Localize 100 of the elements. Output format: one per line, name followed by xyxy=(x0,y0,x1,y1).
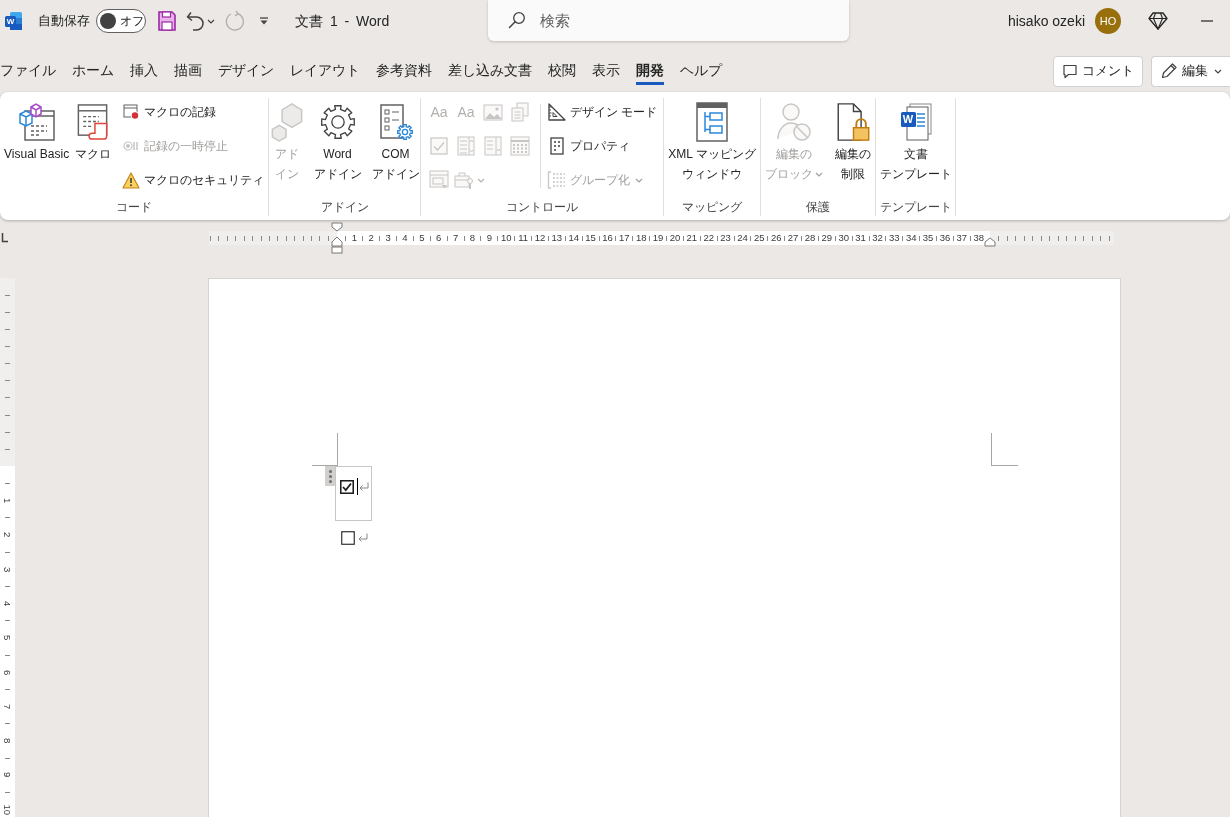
search-icon xyxy=(508,11,526,29)
ruler-number: 5 xyxy=(2,635,13,641)
record-macro-button[interactable]: マクロの記録 xyxy=(119,98,267,126)
paragraph-mark-icon xyxy=(359,481,369,492)
checkbox-icon xyxy=(430,137,448,155)
ribbon-tab[interactable]: 表示 xyxy=(592,57,620,85)
ruler-number: 32 xyxy=(872,233,883,243)
autosave-label: 自動保存 xyxy=(38,12,90,31)
ruler-number: 24 xyxy=(737,233,748,243)
com-add-ins-button[interactable]: COM アドイン xyxy=(369,98,422,198)
ruler-number: 12 xyxy=(534,233,546,243)
ruler-number: 38 xyxy=(973,233,985,243)
ribbon-tab[interactable]: ヘルプ xyxy=(680,57,722,85)
ruler-number: 29 xyxy=(821,233,833,243)
group-label: マッピング xyxy=(681,200,743,215)
ruler-number: 22 xyxy=(703,233,715,243)
list-box-icon xyxy=(457,136,475,156)
ruler-number: 4 xyxy=(2,601,13,607)
document-template-button[interactable]: W 文書 テンプレート xyxy=(877,98,954,198)
edit-button[interactable]: 編集 xyxy=(1151,55,1230,87)
ruler-number: 35 xyxy=(922,233,934,243)
diamond-button[interactable] xyxy=(1148,12,1168,30)
ribbon-tab[interactable]: デザイン xyxy=(218,57,274,85)
toolbox-icon xyxy=(454,170,474,190)
calendar-icon xyxy=(510,136,530,156)
window-record-icon xyxy=(122,104,140,120)
ruler-number: 25 xyxy=(754,233,765,243)
ruler-number: 3 xyxy=(2,566,13,572)
autosave-toggle[interactable]: オフ xyxy=(96,9,146,33)
hexagons-icon xyxy=(269,102,304,142)
ruler-number: 10 xyxy=(500,233,512,243)
ruler-number: 2 xyxy=(2,532,13,538)
properties-button[interactable]: プロパティ xyxy=(545,132,660,160)
dropdown-list-icon xyxy=(484,136,502,156)
diamond-icon xyxy=(1148,12,1168,30)
group-label: 保護 xyxy=(805,200,831,215)
list-with-gear-icon xyxy=(378,103,413,141)
ruler-number: 14 xyxy=(568,233,580,243)
person-blocked-icon xyxy=(776,102,812,142)
checkbox-icon[interactable] xyxy=(340,479,354,494)
macros-button[interactable]: マクロ xyxy=(73,98,114,198)
ruler-number: 20 xyxy=(669,233,681,243)
ruler-number: 2 xyxy=(368,233,374,243)
ribbon-tab[interactable]: 描画 xyxy=(174,57,202,85)
save-icon xyxy=(158,11,176,31)
design-mode-button[interactable]: デザイン モード xyxy=(545,98,660,126)
hanging-indent-icon[interactable] xyxy=(331,236,343,254)
user-name: hisako ozeki xyxy=(1007,11,1085,31)
ruler-number: 36 xyxy=(939,233,951,243)
tree-window-icon xyxy=(696,102,728,142)
stacked-pages-icon xyxy=(511,102,529,122)
ruler-number: 21 xyxy=(686,233,698,243)
ruler-number: 6 xyxy=(436,233,442,243)
group-label: テンプレート xyxy=(878,200,953,215)
window-with-cubes-icon xyxy=(17,102,56,142)
ribbon-tab[interactable]: ファイル xyxy=(0,57,56,85)
tab-stop-icon xyxy=(1,233,8,243)
ruler-number: 6 xyxy=(2,669,13,675)
ribbon-tab[interactable]: 挿入 xyxy=(130,57,158,85)
ruler-number: 18 xyxy=(635,233,647,243)
ribbon-tab[interactable]: 参考資料 xyxy=(376,57,432,85)
ruler-number: 28 xyxy=(804,233,816,243)
ruler-number: 34 xyxy=(905,233,917,243)
customize-caret-icon xyxy=(259,17,269,25)
ruler-number: 7 xyxy=(2,703,13,710)
ruler-number: 16 xyxy=(602,233,613,243)
ribbon-tab[interactable]: レイアウト xyxy=(290,57,360,85)
group-label: アドイン xyxy=(319,200,370,215)
form-icon xyxy=(429,170,449,190)
ruler-number: 33 xyxy=(889,233,900,243)
ruler-number: 1 xyxy=(2,498,13,504)
xml-mapping-button[interactable]: XML マッピング ウィンドウ xyxy=(666,98,758,198)
first-line-indent-icon[interactable] xyxy=(331,222,343,232)
record-pause-icon xyxy=(123,140,140,152)
property-list-icon xyxy=(550,137,564,155)
restrict-editing-button[interactable]: 編集の 制限 xyxy=(833,98,873,198)
locked-document-icon xyxy=(836,102,870,142)
ruler-number: 5 xyxy=(419,233,425,243)
document-title: 文書 1 - Word xyxy=(295,11,390,31)
window-with-scroll-icon xyxy=(77,103,110,141)
ribbon-tab[interactable]: ホーム xyxy=(72,57,114,85)
ruler-number: 26 xyxy=(770,233,782,243)
user-initials-avatar[interactable]: HO xyxy=(1095,8,1121,34)
group-label: コントロール xyxy=(505,200,579,215)
macro-security-button[interactable]: マクロのセキュリティ xyxy=(119,166,267,194)
ruler-number: 15 xyxy=(585,233,596,243)
ribbon-tab[interactable]: 差し込み文書 xyxy=(448,57,532,85)
ruler-number: 13 xyxy=(551,233,563,243)
search-field[interactable]: 検索 xyxy=(488,0,849,41)
comment-button[interactable]: コメント xyxy=(1053,55,1143,87)
ruler-number: 30 xyxy=(838,233,850,243)
ribbon-tab[interactable]: 開発 xyxy=(636,57,664,85)
word-add-ins-button[interactable]: Word アドイン xyxy=(311,98,364,198)
undo-icon xyxy=(186,11,204,31)
content-control-handle[interactable] xyxy=(325,466,336,486)
minimize-icon xyxy=(1201,20,1213,22)
right-indent-icon[interactable] xyxy=(984,237,996,247)
ribbon-tab[interactable]: 校閲 xyxy=(548,57,576,85)
tab-stop-selector[interactable] xyxy=(1,233,8,243)
visual-basic-button[interactable]: Visual Basic xyxy=(2,98,72,198)
